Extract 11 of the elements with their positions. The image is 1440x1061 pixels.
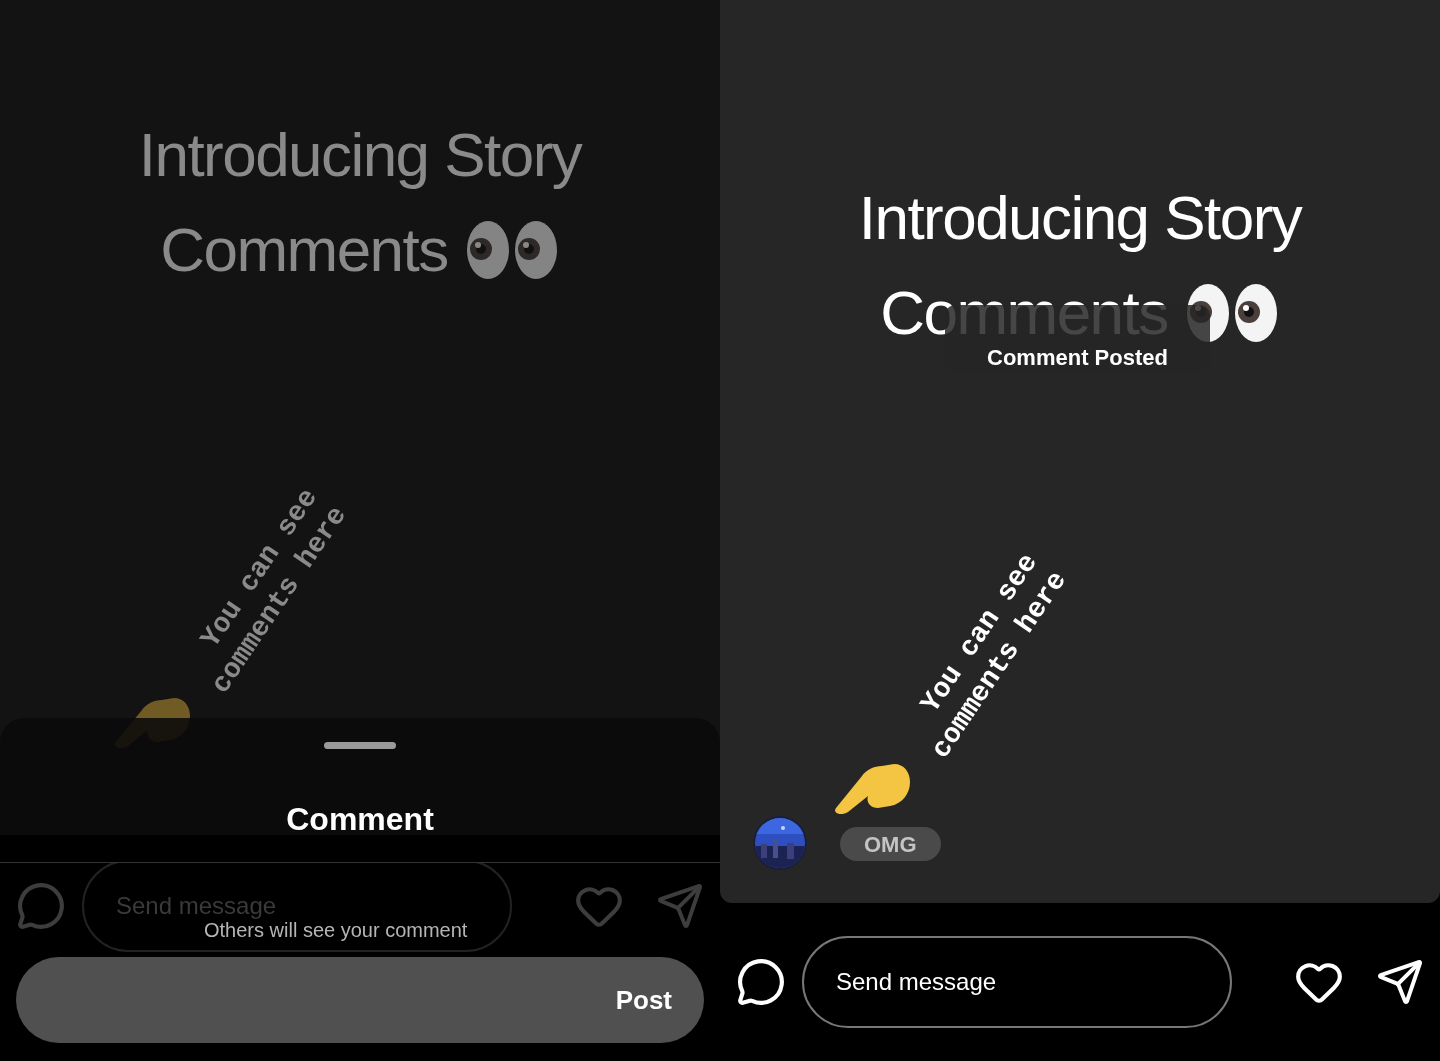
post-button[interactable]: Post <box>16 957 704 1043</box>
send-icon[interactable] <box>1376 958 1424 1006</box>
story-title: Comments <box>880 282 1168 344</box>
drag-handle[interactable] <box>324 742 396 749</box>
story-title: Comments <box>160 219 448 281</box>
chat-icon[interactable] <box>736 957 786 1007</box>
sheet-title: Comment <box>286 803 434 835</box>
toast-text: Comment Posted <box>987 346 1168 370</box>
hint-text: Others will see your comment <box>204 919 468 941</box>
message-field[interactable]: Send message <box>802 936 1232 1028</box>
comment-bubble: OMG <box>840 827 941 861</box>
